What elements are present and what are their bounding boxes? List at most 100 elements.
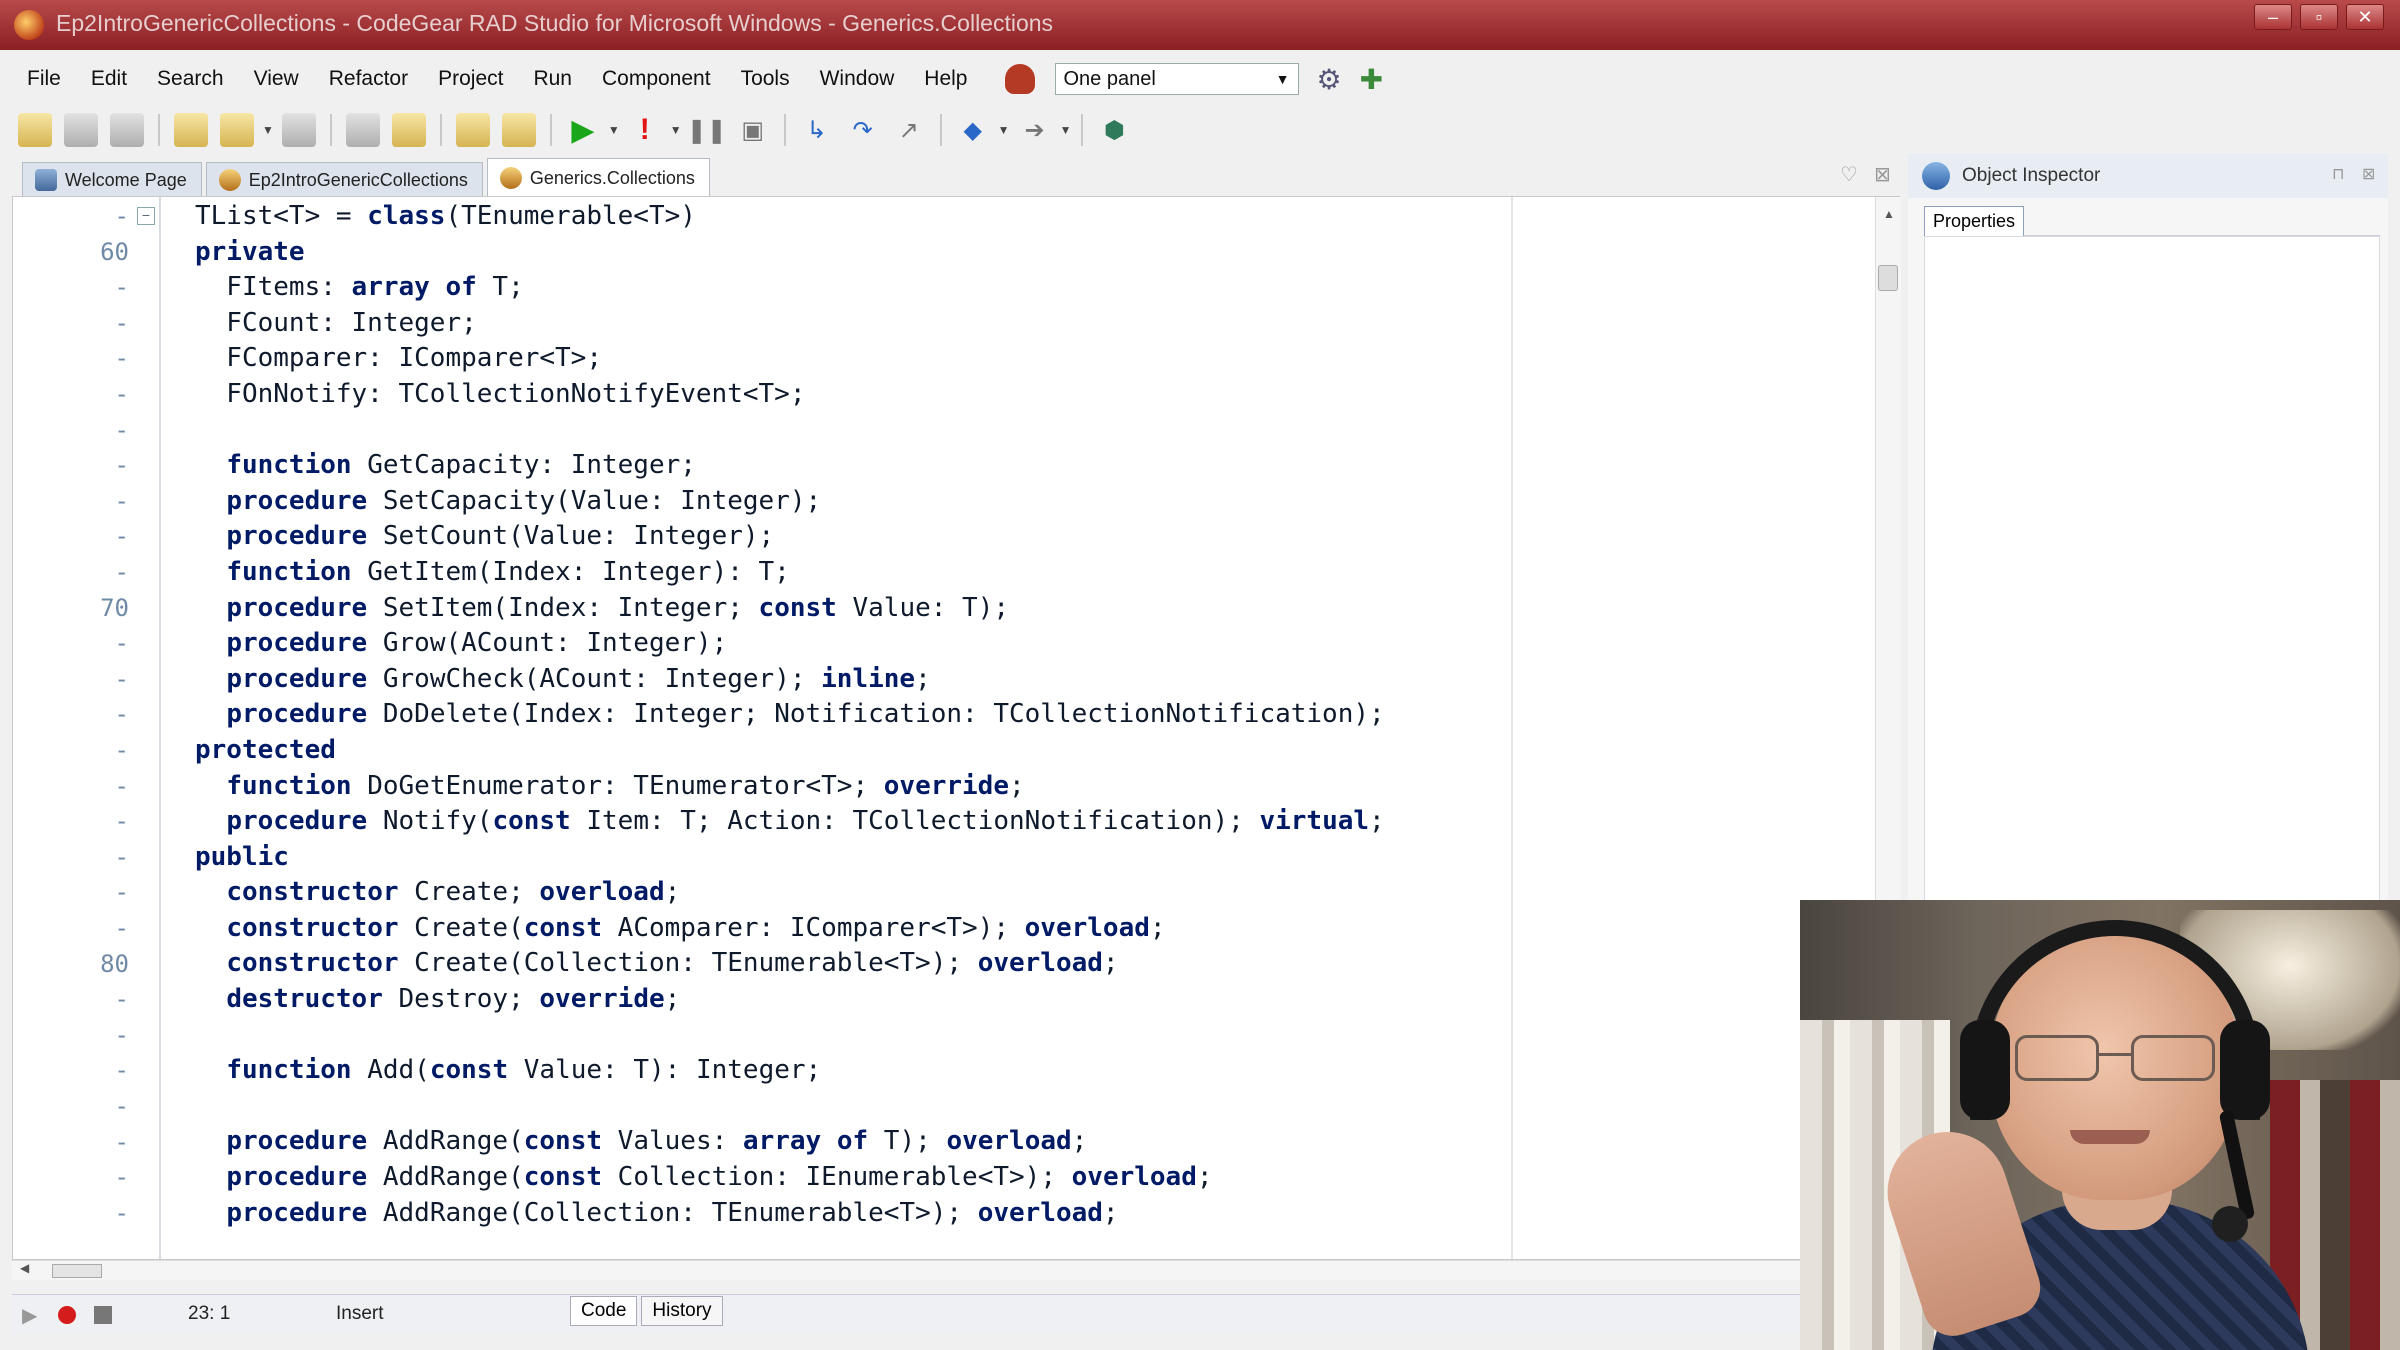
- code-line[interactable]: [195, 413, 1385, 449]
- horizontal-scrollbar[interactable]: ◀: [12, 1260, 1900, 1280]
- play-macro-icon[interactable]: ▶: [22, 1303, 37, 1328]
- scrollbar-thumb[interactable]: [52, 1264, 102, 1278]
- code-line[interactable]: procedure AddRange(const Values: array o…: [195, 1124, 1385, 1160]
- close-panel-icon[interactable]: ⊠: [2362, 164, 2375, 184]
- code-line[interactable]: procedure Notify(const Item: T; Action: …: [195, 804, 1385, 840]
- code-line[interactable]: procedure SetCapacity(Value: Integer);: [195, 484, 1385, 520]
- code-line[interactable]: [195, 1018, 1385, 1054]
- code-line[interactable]: [195, 1089, 1385, 1125]
- code-line[interactable]: function GetCapacity: Integer;: [195, 448, 1385, 484]
- code-line[interactable]: private: [195, 235, 1385, 271]
- minimize-button[interactable]: –: [2254, 4, 2292, 30]
- run-without-debugging-icon[interactable]: !: [628, 113, 662, 147]
- back-icon[interactable]: ◆: [956, 113, 990, 147]
- code-line[interactable]: constructor Create(const AComparer: ICom…: [195, 911, 1385, 947]
- tab-code[interactable]: Code: [570, 1296, 638, 1326]
- code-line[interactable]: public: [195, 840, 1385, 876]
- code-editor[interactable]: − - 60 - - - - - - - - - 70 - - - - - - - - - 80 - - - - - - - TList…: [12, 196, 1901, 1260]
- new-icon[interactable]: [18, 113, 52, 147]
- code-line[interactable]: FItems: array of T;: [195, 270, 1385, 306]
- code-area[interactable]: TList<T> = class(TEnumerable<T>) private …: [195, 199, 1385, 1231]
- code-line[interactable]: TList<T> = class(TEnumerable<T>): [195, 199, 1385, 235]
- tab-welcome-page[interactable]: Welcome Page: [22, 162, 202, 196]
- menu-project[interactable]: Project: [423, 67, 518, 91]
- pause-icon[interactable]: ❚❚: [687, 113, 727, 147]
- code-line[interactable]: function DoGetEnumerator: TEnumerator<T>…: [195, 769, 1385, 805]
- chevron-down-icon[interactable]: ▼: [998, 123, 1010, 137]
- app-icon[interactable]: [14, 10, 44, 40]
- code-line[interactable]: destructor Destroy; override;: [195, 982, 1385, 1018]
- code-line[interactable]: procedure SetItem(Index: Integer; const …: [195, 591, 1385, 627]
- cursor-position: 23: 1: [188, 1303, 231, 1324]
- chevron-down-icon[interactable]: ▼: [1060, 123, 1072, 137]
- menu-view[interactable]: View: [239, 67, 314, 91]
- code-token: GetItem(Index: Integer): T;: [351, 556, 790, 587]
- chevron-down-icon[interactable]: ▼: [608, 123, 620, 137]
- layout-combo[interactable]: One panel ▼: [1054, 63, 1299, 95]
- menu-tools[interactable]: Tools: [726, 67, 805, 91]
- code-line[interactable]: procedure SetCount(Value: Integer);: [195, 519, 1385, 555]
- maximize-button[interactable]: ▫: [2300, 4, 2338, 30]
- tab-history[interactable]: History: [641, 1296, 723, 1326]
- run-icon[interactable]: ▶: [566, 113, 600, 147]
- tab-label: Welcome Page: [65, 169, 187, 190]
- open-icon[interactable]: [64, 113, 98, 147]
- helmet-icon[interactable]: [1004, 64, 1035, 94]
- menu-help[interactable]: Help: [909, 67, 982, 91]
- code-line[interactable]: procedure Grow(ACount: Integer);: [195, 626, 1385, 662]
- step-over-icon[interactable]: ↷: [846, 113, 880, 147]
- chevron-down-icon[interactable]: ▼: [262, 123, 274, 137]
- view-form-icon[interactable]: [391, 113, 426, 147]
- save-icon[interactable]: [110, 113, 144, 147]
- tab-generics-collections[interactable]: Generics.Collections: [486, 158, 710, 196]
- menu-search[interactable]: Search: [142, 67, 239, 91]
- remove-from-project-icon[interactable]: [501, 113, 536, 147]
- tab-properties[interactable]: Properties: [1924, 206, 2025, 236]
- add-to-project-icon[interactable]: [455, 113, 490, 147]
- close-button[interactable]: ✕: [2346, 4, 2384, 30]
- new-project-icon[interactable]: [174, 113, 208, 147]
- code-line[interactable]: constructor Create(Collection: TEnumerab…: [195, 946, 1385, 982]
- open-project-icon[interactable]: [220, 113, 254, 147]
- code-line[interactable]: procedure DoDelete(Index: Integer; Notif…: [195, 697, 1385, 733]
- scrollbar-thumb[interactable]: [1878, 265, 1898, 291]
- run-to-cursor-icon[interactable]: ↗: [892, 113, 926, 147]
- code-line[interactable]: function Add(const Value: T): Integer;: [195, 1053, 1385, 1089]
- stop-macro-icon[interactable]: [94, 1306, 112, 1324]
- set-debug-desktop-icon[interactable]: ✚: [1360, 63, 1383, 96]
- chevron-down-icon[interactable]: ▼: [670, 123, 682, 137]
- code-line[interactable]: FOnNotify: TCollectionNotifyEvent<T>;: [195, 377, 1385, 413]
- help-book-icon[interactable]: ⬢: [1097, 113, 1131, 147]
- menu-edit[interactable]: Edit: [76, 67, 142, 91]
- menu-file[interactable]: File: [12, 67, 76, 91]
- close-tab-icon[interactable]: ⊠: [1874, 162, 1891, 187]
- forward-icon[interactable]: ➔: [1018, 113, 1052, 147]
- save-all-icon[interactable]: [281, 113, 316, 147]
- code-line[interactable]: procedure GrowCheck(ACount: Integer); in…: [195, 662, 1385, 698]
- scroll-up-icon[interactable]: ▲: [1883, 207, 1895, 221]
- tab-list-icon[interactable]: ♡: [1840, 162, 1858, 187]
- code-line[interactable]: procedure AddRange(const Collection: IEn…: [195, 1160, 1385, 1196]
- menu-window[interactable]: Window: [805, 67, 910, 91]
- program-reset-icon[interactable]: ▣: [736, 113, 770, 147]
- menu-component[interactable]: Component: [587, 67, 726, 91]
- save-desktop-icon[interactable]: ⚙: [1317, 63, 1342, 96]
- code-line[interactable]: FComparer: IComparer<T>;: [195, 341, 1385, 377]
- menu-run[interactable]: Run: [518, 67, 587, 91]
- scroll-left-icon[interactable]: ◀: [20, 1261, 29, 1275]
- record-macro-icon[interactable]: [58, 1306, 76, 1324]
- code-token: FItems:: [195, 272, 352, 303]
- pin-icon[interactable]: ⊓: [2332, 164, 2344, 184]
- menu-refactor[interactable]: Refactor: [314, 67, 423, 91]
- chevron-down-icon: ▼: [1275, 71, 1290, 87]
- code-line[interactable]: procedure AddRange(Collection: TEnumerab…: [195, 1196, 1385, 1232]
- fold-collapse-icon[interactable]: −: [137, 207, 155, 225]
- code-line[interactable]: constructor Create; overload;: [195, 875, 1385, 911]
- code-token: ;: [1369, 806, 1385, 837]
- code-line[interactable]: function GetItem(Index: Integer): T;: [195, 555, 1385, 591]
- code-line[interactable]: protected: [195, 733, 1385, 769]
- tab-project[interactable]: Ep2IntroGenericCollections: [205, 162, 483, 196]
- trace-into-icon[interactable]: ↳: [800, 113, 834, 147]
- code-line[interactable]: FCount: Integer;: [195, 306, 1385, 342]
- view-unit-icon[interactable]: [345, 113, 380, 147]
